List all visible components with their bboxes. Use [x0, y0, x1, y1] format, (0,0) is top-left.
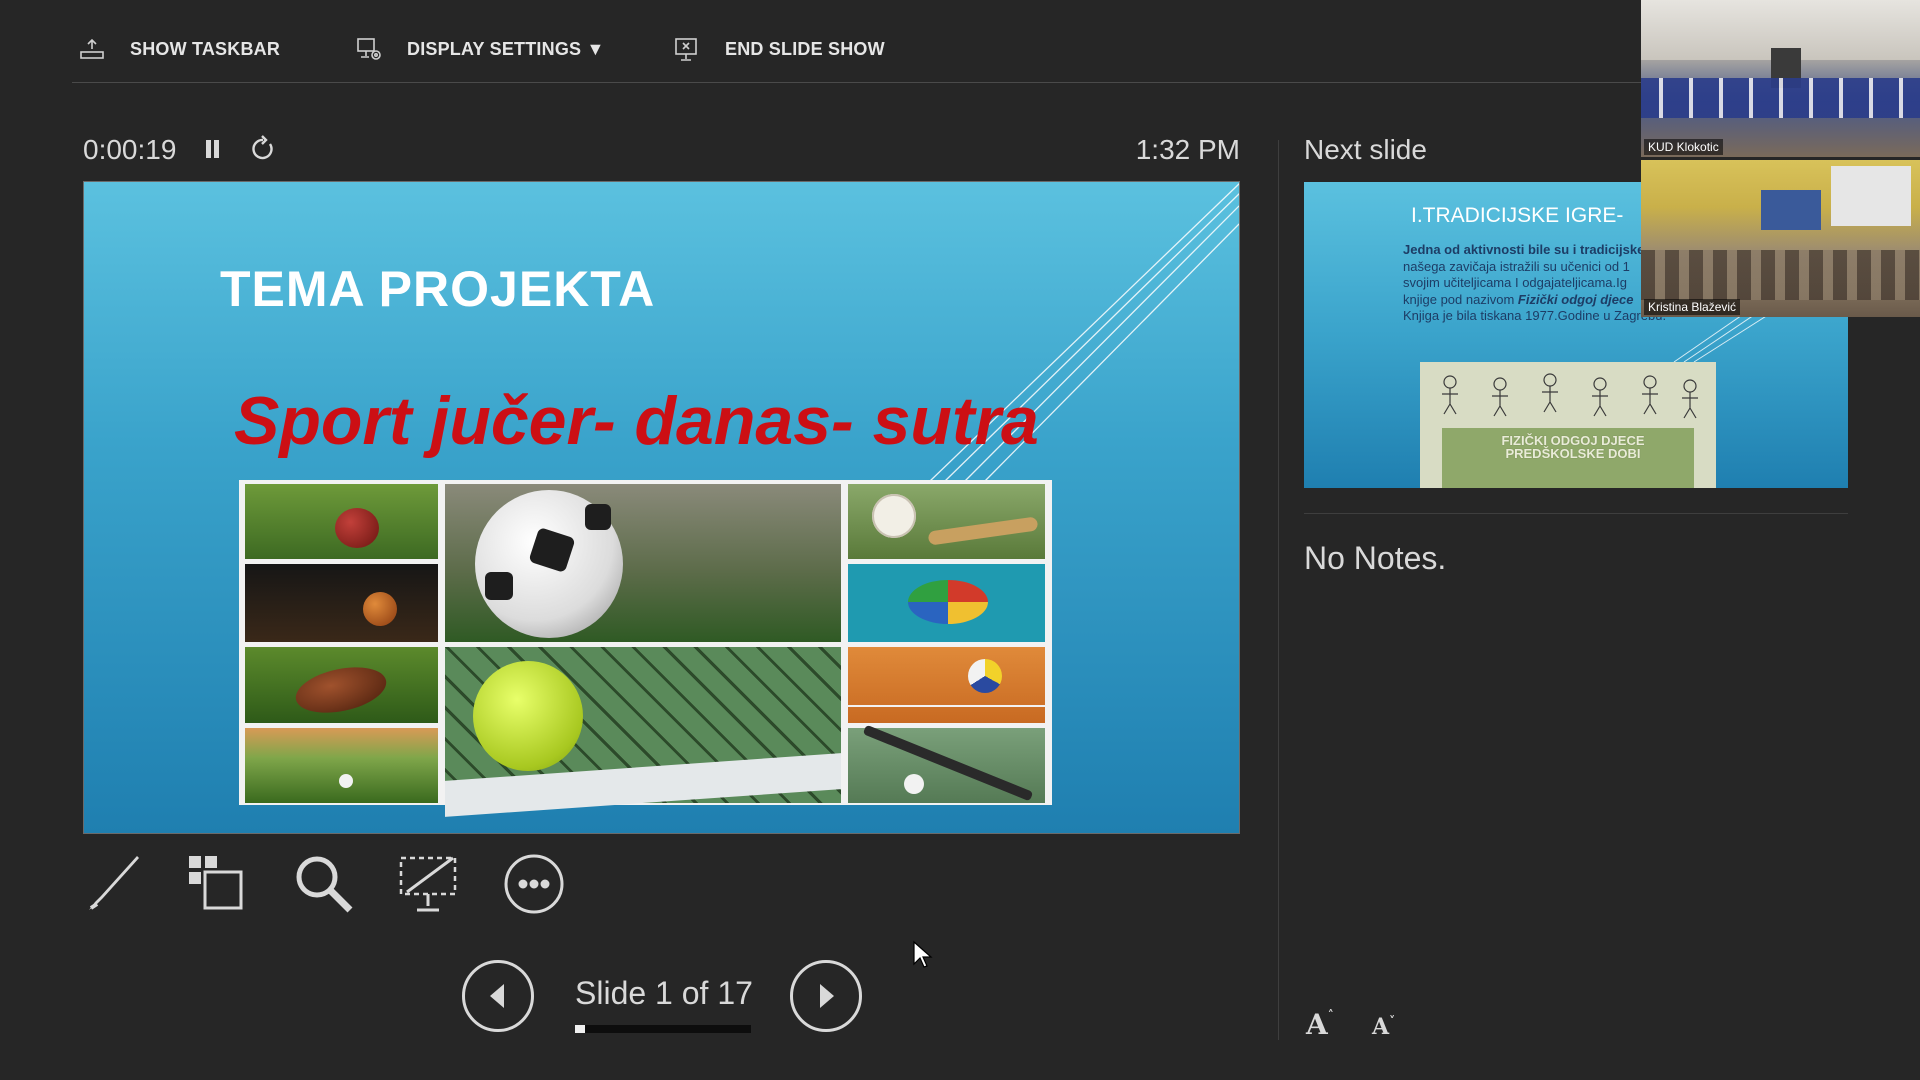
slide-counter: Slide 1 of 17 [575, 975, 753, 1011]
current-time: 1:32 PM [1135, 134, 1240, 165]
previous-slide-button[interactable] [462, 960, 534, 1032]
participant-video-2[interactable]: Kristina Blažević [1641, 160, 1920, 317]
tennis-ball-tile [445, 647, 841, 817]
increase-font-label: A [1306, 1008, 1328, 1041]
pause-icon[interactable] [200, 136, 224, 162]
slide-title: TEMA PROJEKTA [220, 261, 656, 317]
decrease-font-icon[interactable]: A˅ [1372, 1014, 1395, 1040]
end-show-icon [673, 35, 701, 63]
book-illustration [1442, 373, 1698, 419]
display-settings-icon [355, 35, 383, 63]
golf-tile [245, 728, 438, 803]
panel-divider [1278, 140, 1279, 1040]
participant-name: Kristina Blažević [1644, 299, 1741, 315]
slide-progress-bar [575, 1025, 751, 1033]
slide-subtitle: Sport jučer- danas- sutra [234, 383, 1039, 459]
display-settings-button[interactable]: DISPLAY SETTINGS ▼ [355, 34, 604, 64]
elapsed-timer: 0:00:19 [83, 134, 177, 165]
end-slide-show-label: END SLIDE SHOW [725, 38, 885, 59]
baseball-tile [848, 484, 1045, 559]
mouse-cursor-icon [912, 940, 934, 975]
american-football-tile [245, 647, 438, 723]
see-all-slides-icon[interactable] [185, 852, 249, 916]
next-slide-title: I.TRADICIJSKE IGRE- [1411, 204, 1624, 227]
zoom-icon[interactable] [292, 852, 356, 916]
increase-arrow: ˄ [1327, 1008, 1334, 1022]
next-slide-button[interactable] [790, 960, 862, 1032]
next-slide-line-part: knjige pod nazivom [1403, 291, 1518, 307]
more-options-icon[interactable] [502, 852, 566, 916]
taskbar-icon [78, 35, 106, 63]
next-icon [820, 984, 834, 1008]
display-settings-label: DISPLAY SETTINGS ▼ [407, 38, 605, 59]
current-slide[interactable]: TEMA PROJEKTA Sport jučer- danas- sutra [83, 181, 1240, 834]
decrease-arrow: ˅ [1389, 1014, 1396, 1028]
next-slide-label: Next slide [1304, 134, 1427, 165]
book-cover-image: FIZIČKI ODGOJ DJECE PREDŠKOLSKE DOBI [1420, 362, 1716, 488]
cricket-ball-tile [245, 484, 438, 559]
participant-name: KUD Klokotic [1644, 139, 1723, 155]
previous-icon [490, 984, 504, 1008]
book-cover-title: FIZIČKI ODGOJ DJECE PREDŠKOLSKE DOBI [1501, 433, 1645, 461]
video-board [1761, 190, 1821, 230]
pen-icon[interactable] [83, 852, 147, 916]
increase-font-icon[interactable]: A˄ [1306, 1008, 1334, 1041]
black-screen-icon[interactable] [397, 852, 461, 916]
toolbar-divider [72, 82, 1642, 83]
show-taskbar-button[interactable]: SHOW TASKBAR [78, 34, 280, 64]
hockey-tile [848, 724, 1045, 803]
next-slide-book-name: Fizički odgoj djece [1517, 291, 1634, 307]
sports-collage-image [239, 480, 1052, 817]
video-participants-row [1641, 78, 1920, 118]
show-taskbar-label: SHOW TASKBAR [130, 38, 281, 59]
video-window [1831, 166, 1911, 226]
video-participants-row [1641, 250, 1920, 300]
soccer-ball-tile [445, 484, 841, 642]
volleyball-tile [848, 647, 1045, 723]
speaker-notes: No Notes. [1304, 540, 1447, 576]
end-slide-show-button[interactable]: END SLIDE SHOW [673, 34, 885, 64]
basketball-tile [245, 564, 438, 642]
notes-divider [1304, 513, 1848, 514]
table-tennis-tile [848, 564, 1045, 642]
decrease-font-label: A [1372, 1014, 1390, 1040]
participant-video-1[interactable]: KUD Klokotic [1641, 0, 1920, 157]
restart-icon[interactable] [248, 134, 278, 164]
slide-progress-fill [575, 1025, 586, 1033]
